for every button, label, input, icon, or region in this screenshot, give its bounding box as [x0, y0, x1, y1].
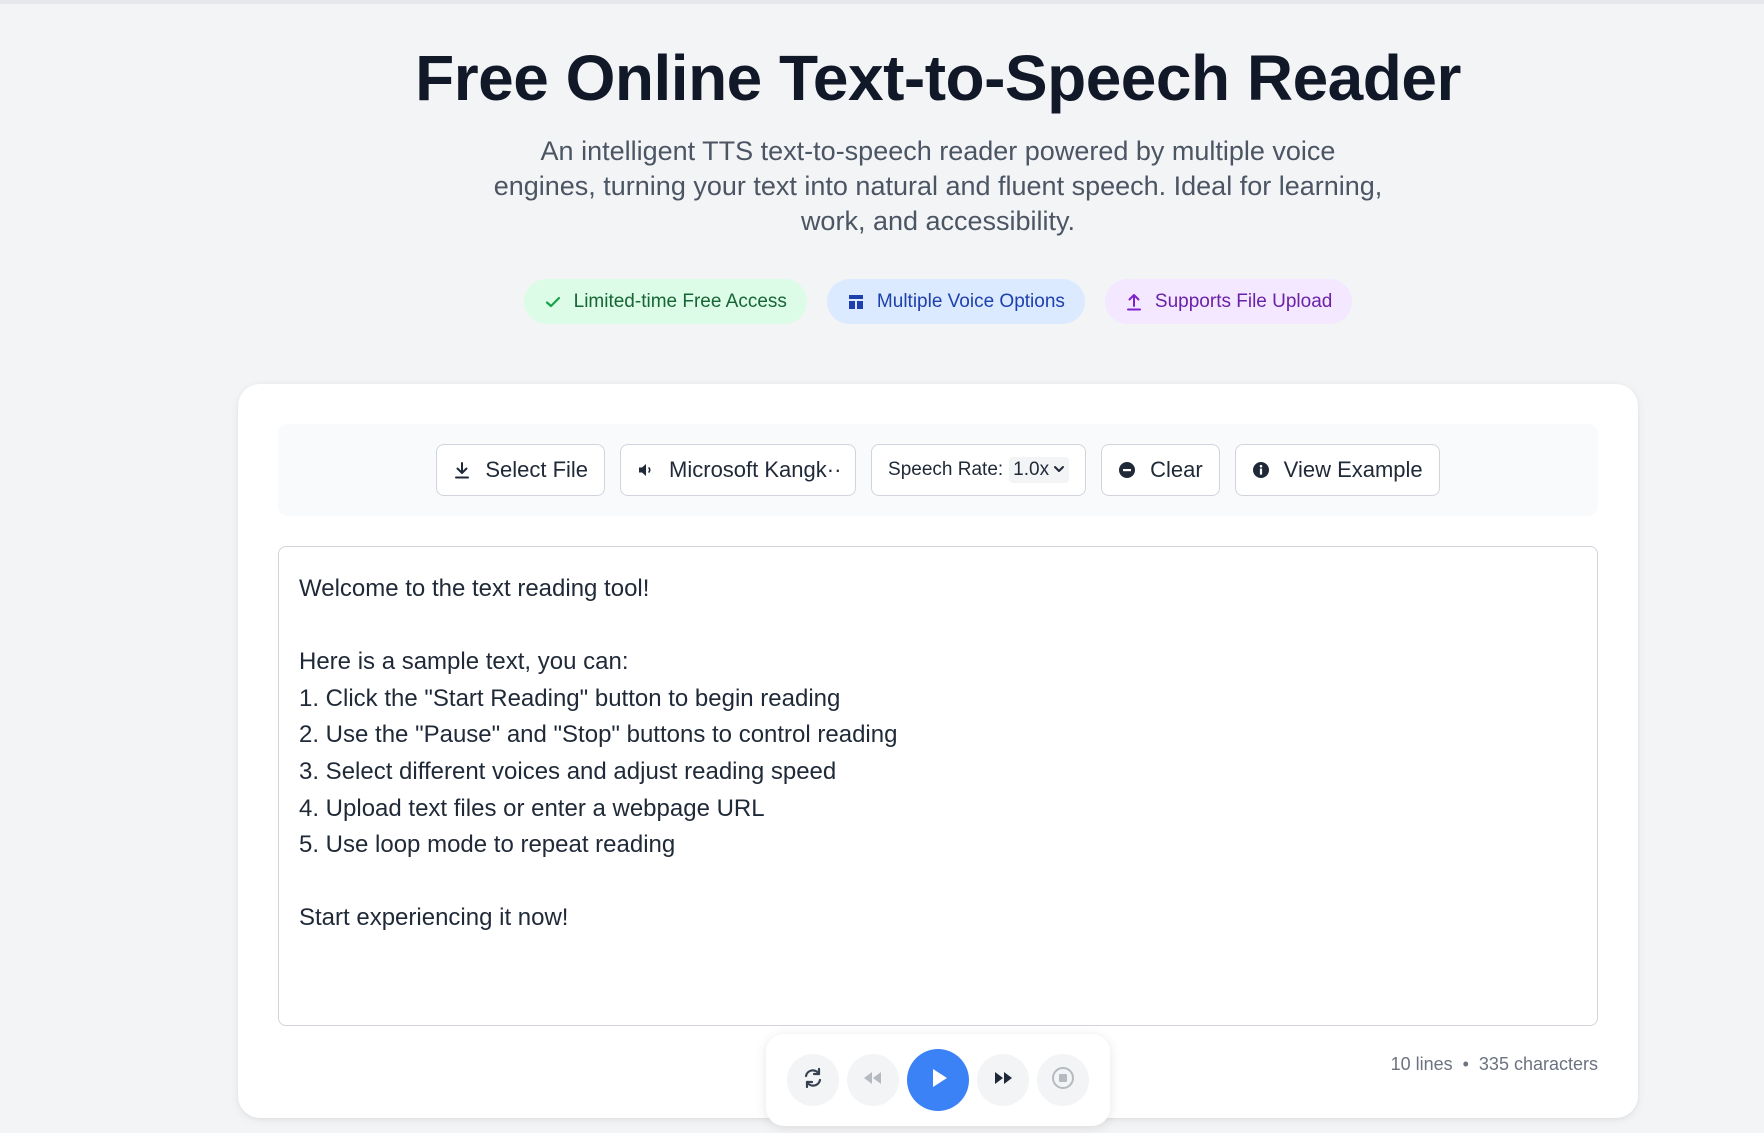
chevron-down-icon	[1053, 459, 1065, 481]
badge-label: Limited-time Free Access	[573, 290, 787, 312]
clear-label: Clear	[1150, 457, 1203, 482]
loop-icon	[801, 1066, 825, 1095]
voice-label: Microsoft Kangk···	[669, 457, 840, 482]
check-icon	[544, 293, 562, 311]
view-example-button[interactable]: View Example	[1234, 444, 1440, 496]
upload-icon	[1125, 293, 1143, 311]
speech-rate-select[interactable]: 1.0x	[1009, 457, 1070, 483]
fast-forward-icon	[991, 1066, 1015, 1095]
rewind-icon	[861, 1066, 885, 1095]
feature-badges: Limited-time Free Access Multiple Voice …	[0, 279, 1764, 324]
page-subtitle: An intelligent TTS text-to-speech reader…	[493, 136, 1383, 236]
voice-select[interactable]: Microsoft Kangk···	[620, 444, 857, 496]
select-file-label: Select File	[485, 457, 589, 482]
text-stats: 10 lines • 335 characters	[1391, 1054, 1598, 1075]
stats-separator: •	[1462, 1054, 1469, 1074]
badge-free-access: Limited-time Free Access	[523, 279, 807, 324]
toolbar: Select File Microsoft Kangk··· Speech Ra…	[278, 424, 1598, 516]
view-example-label: View Example	[1283, 457, 1423, 482]
badge-voice-options: Multiple Voice Options	[826, 279, 1085, 324]
speaker-icon	[637, 461, 655, 479]
speech-rate-control[interactable]: Speech Rate: 1.0x	[871, 444, 1087, 496]
rewind-button[interactable]	[847, 1054, 899, 1106]
playback-controls	[766, 1034, 1110, 1126]
page-title: Free Online Text-to-Speech Reader	[415, 42, 1461, 114]
speech-rate-label: Speech Rate:	[888, 459, 1004, 480]
select-file-button[interactable]: Select File	[436, 444, 606, 496]
reader-card: Select File Microsoft Kangk··· Speech Ra…	[238, 384, 1638, 1118]
play-button[interactable]	[907, 1049, 969, 1111]
badge-file-upload: Supports File Upload	[1104, 279, 1353, 324]
info-icon	[1252, 461, 1270, 479]
download-icon	[453, 461, 471, 479]
stop-button[interactable]	[1037, 1054, 1089, 1106]
fast-forward-button[interactable]	[977, 1054, 1029, 1106]
text-input-area[interactable]: Welcome to the text reading tool! Here i…	[278, 546, 1598, 1026]
speech-rate-value: 1.0x	[1013, 459, 1050, 480]
top-divider	[0, 0, 1764, 4]
stop-icon	[1051, 1066, 1075, 1095]
loop-button[interactable]	[787, 1054, 839, 1106]
badge-label: Multiple Voice Options	[876, 290, 1065, 312]
play-icon	[925, 1065, 951, 1096]
badge-label: Supports File Upload	[1154, 290, 1333, 312]
minus-circle-icon	[1118, 461, 1136, 479]
layout-icon	[847, 293, 865, 311]
character-count: 335 characters	[1478, 1054, 1598, 1074]
line-count: 10 lines	[1390, 1054, 1453, 1074]
clear-button[interactable]: Clear	[1101, 444, 1220, 496]
